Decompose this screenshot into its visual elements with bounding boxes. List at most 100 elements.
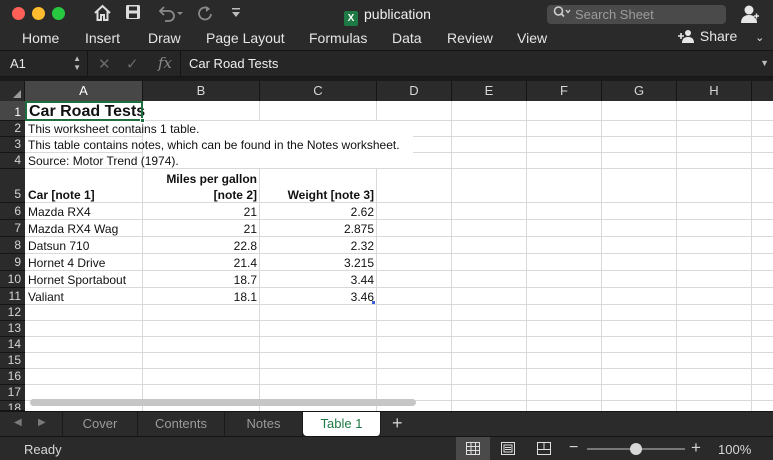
- row-header-5[interactable]: 5: [0, 169, 25, 203]
- row-header-9[interactable]: 9: [0, 254, 25, 271]
- cancel-icon[interactable]: ✕: [98, 55, 111, 73]
- row-header-2[interactable]: 2: [0, 121, 25, 137]
- column-header-d[interactable]: D: [377, 81, 452, 101]
- normal-view-button[interactable]: [456, 437, 490, 460]
- row-header-16[interactable]: 16: [0, 369, 25, 385]
- zoom-out-button[interactable]: −: [569, 439, 578, 457]
- previous-sheet-icon[interactable]: ◀: [14, 417, 22, 428]
- cell-car[interactable]: Hornet Sportabout: [28, 273, 126, 287]
- tab-insert[interactable]: Insert: [85, 30, 120, 46]
- tab-formulas[interactable]: Formulas: [309, 30, 367, 46]
- cell-car[interactable]: Hornet 4 Drive: [28, 256, 105, 270]
- row-header-6[interactable]: 6: [0, 203, 25, 220]
- zoom-window-button[interactable]: [52, 7, 65, 20]
- cell-a3[interactable]: This table contains notes, which can be …: [28, 138, 400, 152]
- home-icon[interactable]: [93, 4, 112, 24]
- enter-icon[interactable]: ✓: [126, 55, 139, 73]
- sheet-tab-contents[interactable]: Contents: [138, 412, 225, 436]
- row-header-10[interactable]: 10: [0, 271, 25, 288]
- column-header-b[interactable]: B: [143, 81, 260, 101]
- cell-c5[interactable]: Weight [note 3]: [260, 188, 374, 202]
- sheet-tab-notes[interactable]: Notes: [225, 412, 303, 436]
- tab-home[interactable]: Home: [22, 30, 59, 46]
- next-sheet-icon[interactable]: ▶: [38, 417, 46, 428]
- column-header-c[interactable]: C: [260, 81, 377, 101]
- cell-b5-line1[interactable]: Miles per gallon: [143, 172, 257, 186]
- row-header-14[interactable]: 14: [0, 337, 25, 353]
- chevron-down-icon[interactable]: ⌄: [755, 32, 764, 44]
- cell-mpg[interactable]: 21.4: [143, 256, 257, 270]
- zoom-level[interactable]: 100%: [718, 442, 751, 457]
- column-header-a[interactable]: A: [25, 81, 143, 101]
- grid-line: [751, 101, 752, 411]
- expand-formula-bar-icon[interactable]: ▼: [760, 58, 769, 68]
- column-header-f[interactable]: F: [527, 81, 602, 101]
- grid-line: [676, 101, 677, 411]
- add-sheet-button[interactable]: +: [392, 413, 403, 434]
- name-box-stepper-icon[interactable]: ▲ ▼: [73, 54, 81, 72]
- cell-weight[interactable]: 3.215: [260, 256, 374, 270]
- tab-data[interactable]: Data: [392, 30, 422, 46]
- close-window-button[interactable]: [12, 7, 25, 20]
- row-number: 1: [14, 105, 21, 119]
- zoom-slider-knob[interactable]: [630, 443, 642, 455]
- account-icon[interactable]: [740, 4, 760, 24]
- cell-mpg[interactable]: 18.7: [143, 273, 257, 287]
- page-break-view-button[interactable]: [527, 437, 561, 460]
- cell-car[interactable]: Mazda RX4: [28, 205, 91, 219]
- minimize-window-button[interactable]: [32, 7, 45, 20]
- sheet-tab-table-1[interactable]: Table 1: [303, 412, 381, 436]
- cell-weight[interactable]: 3.44: [260, 273, 374, 287]
- row-header-4[interactable]: 4: [0, 153, 25, 169]
- column-header-h[interactable]: H: [677, 81, 752, 101]
- save-icon[interactable]: [125, 4, 141, 24]
- row-header-13[interactable]: 13: [0, 321, 25, 337]
- tab-review[interactable]: Review: [447, 30, 493, 46]
- redo-icon[interactable]: [196, 4, 214, 24]
- undo-icon[interactable]: [157, 4, 183, 24]
- fill-handle[interactable]: [140, 118, 145, 123]
- row-header-15[interactable]: 15: [0, 353, 25, 369]
- row-header-11[interactable]: 11: [0, 288, 25, 305]
- column-header-g[interactable]: G: [602, 81, 677, 101]
- cell-car[interactable]: Valiant: [28, 290, 64, 304]
- cell-a5[interactable]: Car [note 1]: [28, 188, 95, 202]
- row-header-3[interactable]: 3: [0, 137, 25, 153]
- horizontal-scrollbar[interactable]: [30, 399, 416, 406]
- formula-input[interactable]: Car Road Tests: [180, 51, 753, 76]
- sheet-tab-cover[interactable]: Cover: [62, 412, 138, 436]
- row-header-8[interactable]: 8: [0, 237, 25, 254]
- cell-weight[interactable]: 3.46: [260, 290, 374, 304]
- zoom-in-button[interactable]: +: [691, 438, 701, 458]
- row-number: 12: [7, 305, 21, 319]
- row-header-12[interactable]: 12: [0, 305, 25, 321]
- row-header-18[interactable]: 18: [0, 401, 25, 411]
- cell-mpg[interactable]: 22.8: [143, 239, 257, 253]
- cell-mpg[interactable]: 18.1: [143, 290, 257, 304]
- row-header-1[interactable]: 1: [0, 101, 25, 121]
- cell-car[interactable]: Mazda RX4 Wag: [28, 222, 118, 236]
- insert-function-icon[interactable]: fx: [158, 54, 172, 72]
- worksheet-grid[interactable]: A B C D E F G H 1 2 3 4 5 6 7 8 9 10 11 …: [0, 77, 773, 411]
- row-header-17[interactable]: 17: [0, 385, 25, 401]
- page-layout-view-button[interactable]: [491, 437, 525, 460]
- search-sheet-input[interactable]: Search Sheet: [547, 5, 726, 24]
- share-button[interactable]: Share ⌄: [678, 28, 764, 44]
- cell-weight[interactable]: 2.875: [260, 222, 374, 236]
- cell-mpg[interactable]: 21: [143, 222, 257, 236]
- column-header-e[interactable]: E: [452, 81, 527, 101]
- name-box[interactable]: A1 ▲ ▼: [0, 51, 88, 76]
- tab-page-layout[interactable]: Page Layout: [206, 30, 285, 46]
- cell-car[interactable]: Datsun 710: [28, 239, 89, 253]
- tab-view[interactable]: View: [517, 30, 547, 46]
- customize-toolbar-icon[interactable]: [230, 4, 242, 24]
- row-header-7[interactable]: 7: [0, 220, 25, 237]
- cell-a2[interactable]: This worksheet contains 1 table.: [28, 122, 199, 136]
- tab-draw[interactable]: Draw: [148, 30, 181, 46]
- select-all-button[interactable]: [0, 81, 25, 101]
- cell-mpg[interactable]: 21: [143, 205, 257, 219]
- cell-weight[interactable]: 2.32: [260, 239, 374, 253]
- cell-a4[interactable]: Source: Motor Trend (1974).: [28, 154, 179, 168]
- cell-weight[interactable]: 2.62: [260, 205, 374, 219]
- cell-b5-line2[interactable]: [note 2]: [143, 188, 257, 202]
